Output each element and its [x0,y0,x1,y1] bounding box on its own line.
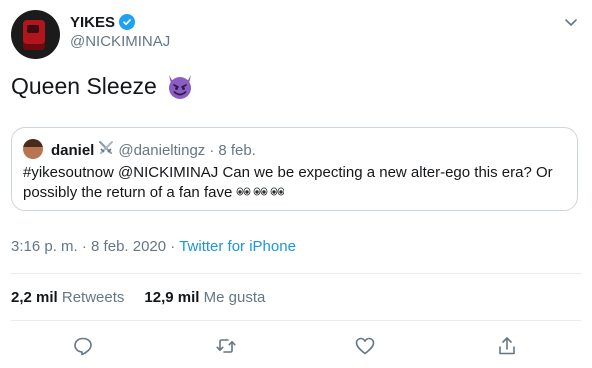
smiling-imp-emoji [165,72,195,100]
retweets-count: 2,2 mil [11,289,58,306]
action-bar [0,333,592,359]
verified-badge-icon [119,14,136,30]
tweet-body: Queen Sleeze [11,72,157,99]
tweet-text: Queen Sleeze [11,72,195,100]
share-icon [499,337,515,355]
divider [11,273,581,274]
tweet: YIKES @NICKIMINAJ Queen Sleeze daniel @d… [0,0,592,368]
display-name[interactable]: YIKES [70,14,115,31]
author-name-row: YIKES [70,12,136,32]
quoted-date: 8 feb. [218,141,256,159]
meta-separator: · [170,238,176,255]
quoted-text: #yikesoutnow @NICKIMINAJ Can we be expec… [23,164,553,201]
quoted-tweet[interactable]: daniel @danieltingz · 8 feb. #yikesoutno… [11,127,578,211]
retweet-button[interactable] [213,333,239,359]
author-handle[interactable]: @NICKIMINAJ [70,33,170,50]
retweets-label: Retweets [61,289,125,306]
likes-stat[interactable]: 12,9 mil Me gusta [144,289,265,306]
quoted-header: daniel @danieltingz · 8 feb. [51,140,256,160]
divider [11,320,581,321]
quoted-text-block: #yikesoutnow @NICKIMINAJ Can we be expec… [23,163,568,203]
quoted-separator: · [209,141,215,159]
reply-button[interactable] [70,333,96,359]
tweet-time[interactable]: 3:16 p. m. [11,238,78,255]
likes-label: Me gusta [203,289,266,306]
quoted-handle: @danieltingz [118,141,206,159]
meta-separator: · [81,238,87,255]
share-button[interactable] [494,333,520,359]
like-button[interactable] [352,333,378,359]
avatar[interactable] [11,10,60,59]
reply-icon [74,337,92,356]
quoted-avatar [23,139,43,159]
likes-count: 12,9 mil [144,289,200,306]
quoted-name: daniel [51,141,95,159]
tweet-stats: 2,2 mil Retweets 12,9 mil Me gusta [11,289,265,306]
retweets-stat[interactable]: 2,2 mil Retweets [11,289,124,306]
tweet-source-link[interactable]: Twitter for iPhone [179,238,296,255]
tweet-date[interactable]: 8 feb. 2020 [91,238,166,255]
heart-icon [355,337,375,355]
retweet-icon [216,339,236,353]
crossed-swords-emoji [98,140,114,160]
eyes-emoji [236,183,285,203]
chevron-down-icon[interactable] [563,14,579,30]
tweet-meta: 3:16 p. m. · 8 feb. 2020 · Twitter for i… [11,238,296,255]
